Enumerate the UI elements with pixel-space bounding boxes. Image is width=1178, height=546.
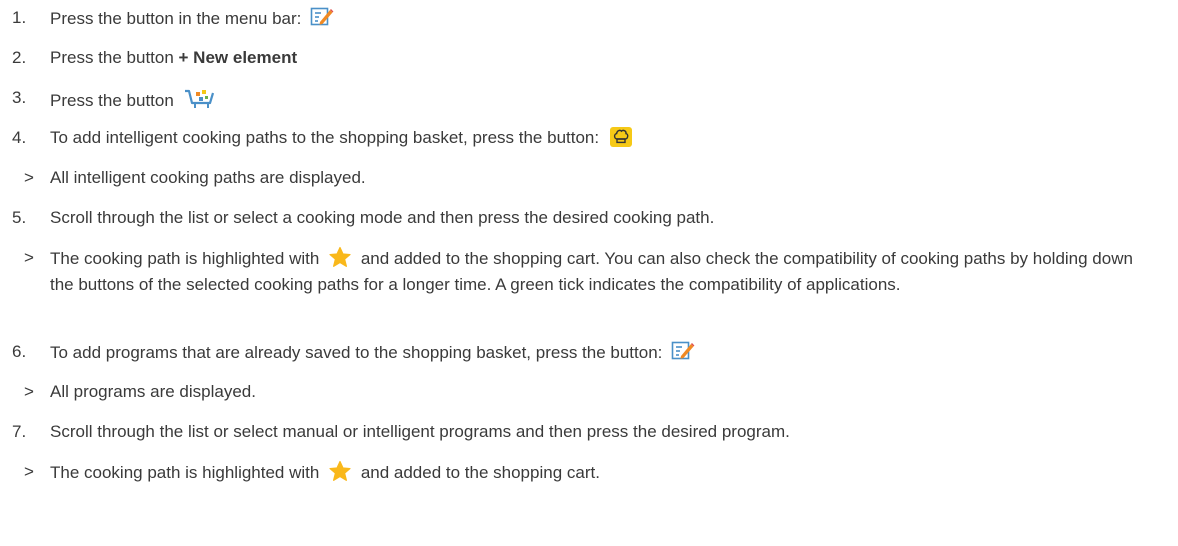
step-number: 5. (12, 208, 27, 227)
step-text: Press the button (50, 48, 179, 67)
list-item: > All intelligent cooking paths are disp… (4, 166, 1174, 190)
step-text: Scroll through the list or select manual… (50, 422, 790, 441)
step-text: To add intelligent cooking paths to the … (50, 128, 600, 147)
new-element-label: + New element (178, 48, 298, 67)
list-item: > The cooking path is highlighted with a… (4, 460, 1174, 485)
edit-icon (310, 6, 334, 28)
list-item: 2. Press the button + New element (4, 46, 1174, 70)
result-marker: > (24, 462, 34, 481)
step-text: The cooking path is highlighted with (50, 249, 320, 268)
step-number: 1. (12, 8, 27, 27)
list-item: 5. Scroll through the list or select a c… (4, 206, 1174, 230)
step-number: 2. (12, 48, 27, 67)
step-text: To add programs that are already saved t… (50, 343, 663, 362)
list-item: 7. Scroll through the list or select man… (4, 420, 1174, 444)
list-item: 1. Press the button in the menu bar: (4, 6, 1174, 31)
result-marker: > (24, 168, 34, 187)
chef-hat-icon (609, 127, 632, 147)
list-item: 3. Press the button (4, 86, 1174, 113)
step-text: All intelligent cooking paths are displa… (50, 168, 366, 187)
list-item: > The cooking path is highlighted with a… (4, 246, 1174, 298)
step-text: All programs are displayed. (50, 382, 256, 401)
step-number: 7. (12, 422, 27, 441)
step-text: Press the button (50, 91, 174, 110)
result-marker: > (24, 248, 34, 267)
shopping-cart-icon (183, 86, 215, 110)
step-text: Press the button in the menu bar: (50, 9, 302, 28)
step-text: Scroll through the list or select a cook… (50, 208, 715, 227)
list-item: > All programs are displayed. (4, 380, 1174, 404)
edit-icon (671, 340, 695, 362)
step-number: 3. (12, 88, 27, 107)
list-item: 6. To add programs that are already save… (4, 340, 1174, 365)
star-icon (328, 460, 352, 482)
result-marker: > (24, 382, 34, 401)
step-text: and added to the shopping cart. (360, 463, 600, 482)
step-text: The cooking path is highlighted with (50, 463, 320, 482)
step-number: 4. (12, 128, 27, 147)
step-number: 6. (12, 342, 27, 361)
list-item: 4. To add intelligent cooking paths to t… (4, 126, 1174, 150)
star-icon (328, 246, 352, 268)
